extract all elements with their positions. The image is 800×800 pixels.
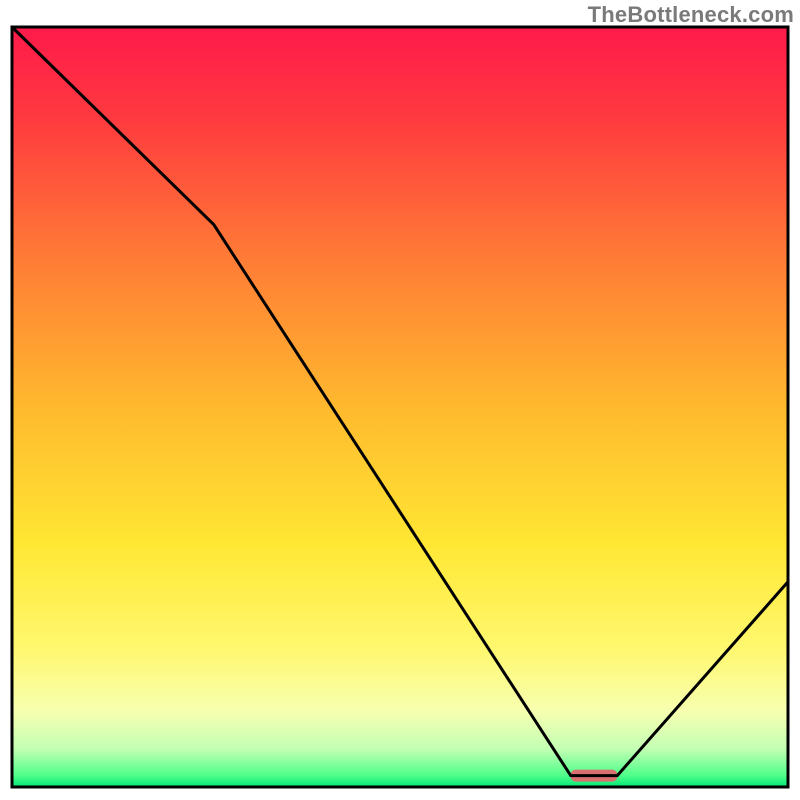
watermark-text: TheBottleneck.com [588, 2, 794, 28]
chart-svg [0, 0, 800, 800]
bottleneck-chart: TheBottleneck.com [0, 0, 800, 800]
